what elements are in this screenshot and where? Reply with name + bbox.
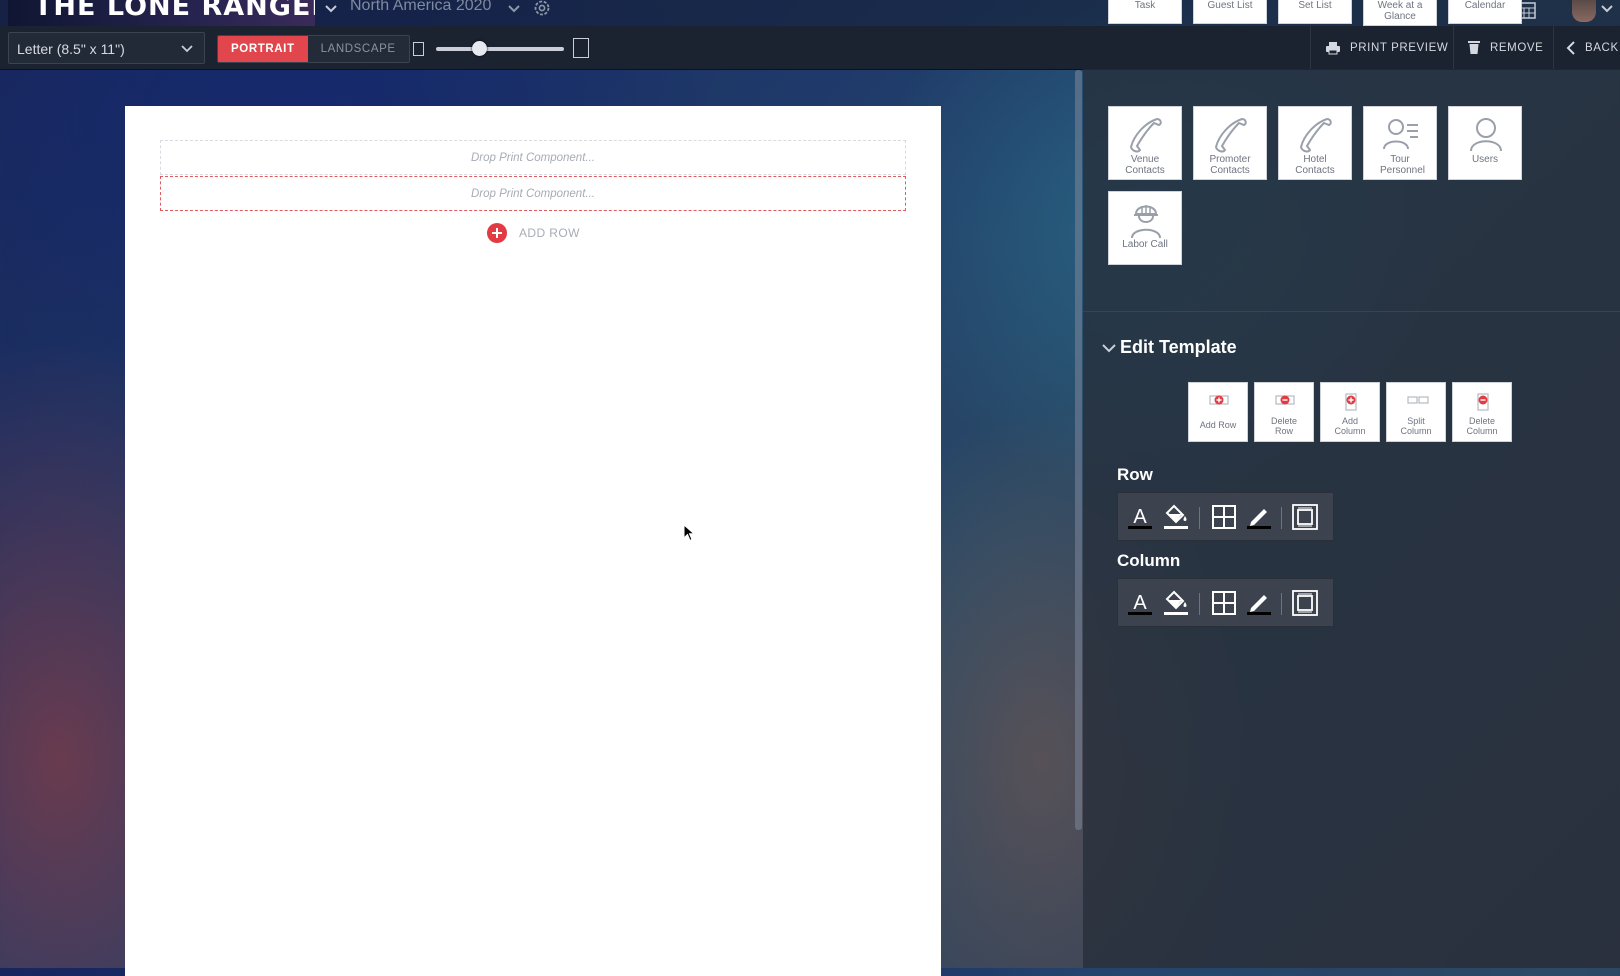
portrait-button[interactable]: PORTRAIT — [218, 36, 308, 62]
padding-icon[interactable] — [1291, 503, 1319, 531]
printer-icon — [1326, 41, 1340, 54]
back-button[interactable]: BACK — [1553, 26, 1620, 69]
component-guest-list[interactable]: Guest List — [1193, 0, 1267, 24]
drop-zone-selected[interactable]: Drop Print Component... — [160, 176, 906, 211]
landscape-button[interactable]: LANDSCAPE — [307, 36, 409, 62]
component-week-at-a-glance[interactable]: Week at a Glance — [1363, 0, 1437, 26]
panel-divider — [1083, 311, 1620, 312]
delete-row-icon — [1275, 395, 1295, 405]
column-format-label: Column — [1117, 551, 1181, 570]
person-list-icon — [1383, 119, 1418, 150]
phone-icon — [1214, 117, 1247, 153]
gear-icon[interactable] — [532, 0, 552, 20]
border-color-pencil-icon[interactable] — [1245, 589, 1273, 617]
borders-grid-icon[interactable] — [1210, 589, 1238, 617]
borders-grid-icon[interactable] — [1210, 503, 1238, 531]
phone-icon — [1299, 117, 1332, 153]
component-venue-contacts[interactable]: Venue Contacts — [1108, 106, 1182, 180]
avatar[interactable] — [1572, 0, 1596, 22]
add-row-label: ADD ROW — [519, 226, 580, 240]
canvas-scrollbar[interactable] — [1075, 70, 1082, 830]
hard-hat-worker-icon — [1131, 205, 1161, 239]
paper-size-select[interactable]: Letter (8.5" x 11") — [8, 32, 205, 64]
print-preview-button[interactable]: PRINT PREVIEW — [1310, 26, 1453, 69]
fill-color-icon[interactable] — [1162, 589, 1190, 617]
drop-zone[interactable]: Drop Print Component... — [160, 140, 906, 175]
fill-color-icon[interactable] — [1162, 503, 1190, 531]
delete-column-tool[interactable]: Delete Column — [1452, 382, 1512, 442]
delete-column-icon — [1477, 393, 1489, 411]
print-toolbar: Letter (8.5" x 11") PORTRAIT LANDSCAPE P… — [0, 26, 1620, 70]
zoom-slider[interactable] — [436, 47, 564, 51]
tour-selector[interactable]: North America 2020 — [350, 0, 491, 15]
add-column-icon — [1345, 393, 1357, 411]
print-page-canvas: Drop Print Component... Drop Print Compo… — [125, 106, 941, 976]
user-icon — [1470, 118, 1502, 152]
zoom-slider-handle[interactable] — [472, 41, 487, 56]
add-row-button[interactable]: ADD ROW — [487, 222, 580, 244]
add-row-icon — [1209, 395, 1229, 405]
text-color-icon[interactable]: A — [1126, 503, 1154, 531]
component-calendar[interactable]: Calendar — [1448, 0, 1522, 24]
component-labor-call[interactable]: Labor Call — [1108, 191, 1182, 265]
remove-button[interactable]: REMOVE — [1453, 26, 1553, 69]
component-hotel-contacts[interactable]: Hotel Contacts — [1278, 106, 1352, 180]
plus-circle-icon — [487, 223, 507, 243]
chevron-down-icon[interactable] — [1102, 341, 1116, 355]
delete-row-tool[interactable]: Delete Row — [1254, 382, 1314, 442]
component-promoter-contacts[interactable]: Promoter Contacts — [1193, 106, 1267, 180]
svg-text:A: A — [1133, 592, 1147, 614]
split-column-icon — [1407, 396, 1429, 404]
row-format-toolbar: A — [1117, 492, 1334, 541]
component-task[interactable]: Task — [1108, 0, 1182, 24]
toolbar-separator — [1281, 507, 1282, 529]
mouse-cursor-icon — [683, 524, 695, 542]
toolbar-separator — [1199, 507, 1200, 529]
add-column-tool[interactable]: Add Column — [1320, 382, 1380, 442]
row-format-label: Row — [1117, 465, 1153, 484]
remove-label: REMOVE — [1490, 41, 1544, 54]
column-format-toolbar: A — [1117, 578, 1334, 627]
brand-logo[interactable]: THE LONE RANGERS — [8, 0, 315, 26]
chevron-down-icon — [180, 42, 194, 56]
padding-icon[interactable] — [1291, 589, 1319, 617]
svg-text:A: A — [1133, 506, 1147, 528]
border-color-pencil-icon[interactable] — [1245, 503, 1273, 531]
orientation-toggle: PORTRAIT LANDSCAPE — [217, 35, 410, 63]
add-row-tool[interactable]: Add Row — [1188, 382, 1248, 442]
print-preview-label: PRINT PREVIEW — [1350, 41, 1449, 54]
zoom-out-page-icon[interactable] — [413, 42, 424, 56]
split-column-tool[interactable]: Split Column — [1386, 382, 1446, 442]
back-label: BACK — [1585, 41, 1619, 54]
toolbar-separator — [1199, 593, 1200, 615]
component-tour-personnel[interactable]: Tour Personnel — [1363, 106, 1437, 180]
chevron-down-icon[interactable] — [505, 2, 523, 20]
brand-name: THE LONE RANGERS — [34, 0, 315, 22]
toolbar-separator — [1281, 593, 1282, 615]
zoom-in-page-icon[interactable] — [573, 38, 589, 58]
phone-icon — [1129, 117, 1162, 153]
trash-icon — [1468, 41, 1480, 54]
edit-template-title[interactable]: Edit Template — [1120, 337, 1237, 358]
paper-size-value: Letter (8.5" x 11") — [17, 41, 125, 57]
component-set-list[interactable]: Set List — [1278, 0, 1352, 24]
component-users[interactable]: Users — [1448, 106, 1522, 180]
chevron-down-icon[interactable] — [322, 2, 340, 20]
text-color-icon[interactable]: A — [1126, 589, 1154, 617]
chevron-down-icon[interactable] — [1598, 2, 1616, 20]
chevron-left-icon — [1566, 40, 1575, 55]
